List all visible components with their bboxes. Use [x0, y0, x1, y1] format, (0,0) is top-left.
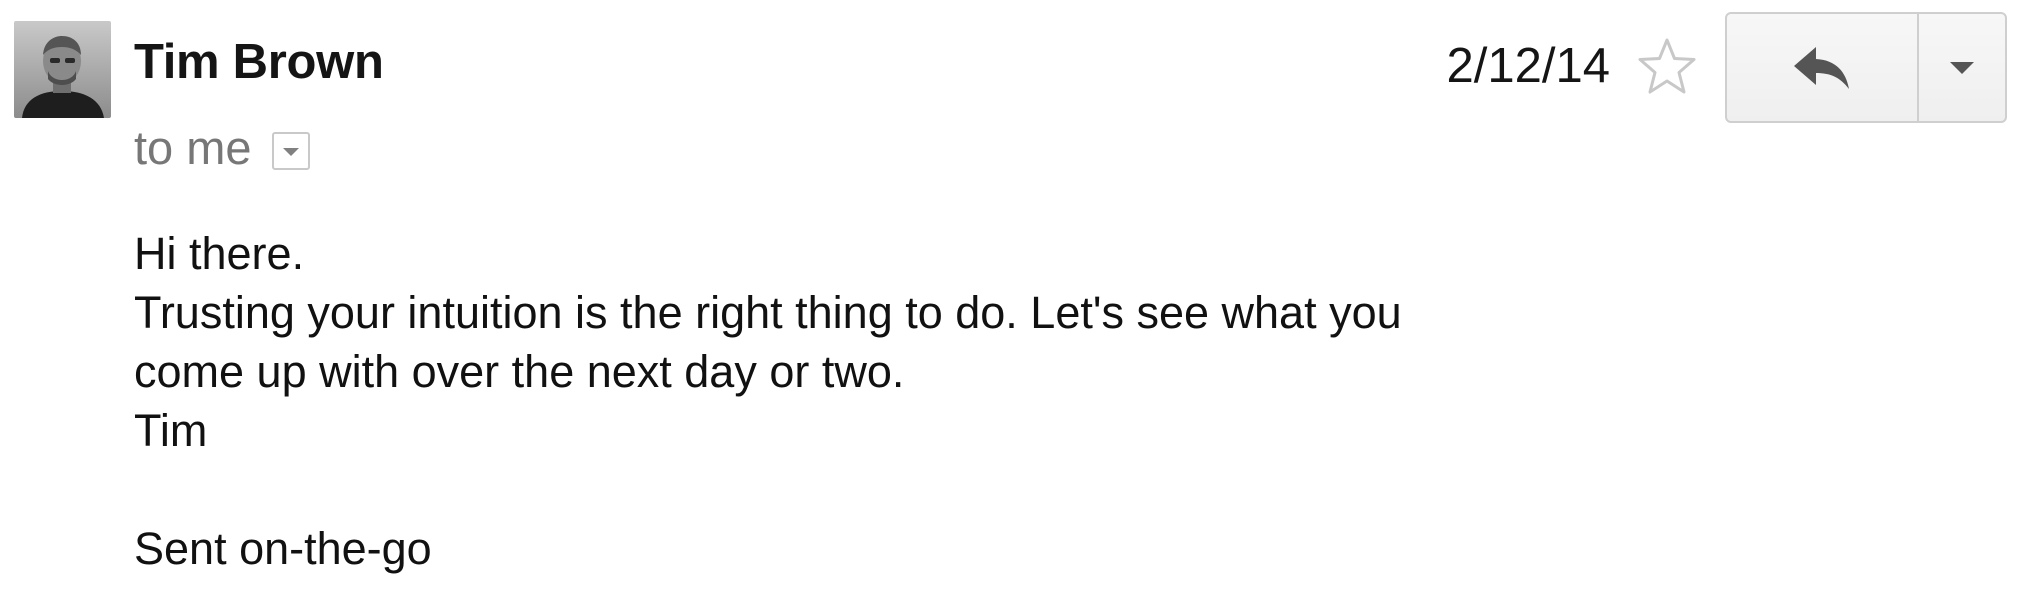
chevron-down-icon — [282, 148, 299, 156]
reply-icon — [1794, 46, 1849, 89]
star-icon — [1638, 38, 1696, 94]
dropdown-arrow-icon — [1950, 61, 1974, 74]
recipient-line: to me — [134, 121, 252, 174]
body-line: Trusting your intuition is the right thi… — [134, 287, 1402, 338]
sender-avatar[interactable] — [14, 21, 111, 118]
body-line: Hi there. — [134, 228, 305, 279]
recipient-row: to me — [134, 118, 310, 178]
sender-name[interactable]: Tim Brown — [134, 32, 384, 92]
body-line: Tim — [134, 405, 208, 456]
body-line: come up with over the next day or two. — [134, 346, 905, 397]
email-message: Tim Brown to me 2/12/14 Hi there. Trusti… — [0, 0, 2022, 603]
message-date: 2/12/14 — [1446, 39, 1611, 93]
reply-button[interactable] — [1727, 14, 1919, 121]
signature: Sent on-the-go — [134, 523, 432, 574]
star-button[interactable] — [1636, 36, 1698, 98]
message-body: Hi there. Trusting your intuition is the… — [134, 224, 1402, 578]
reply-button-group — [1725, 12, 2007, 123]
show-details-button[interactable] — [271, 132, 310, 170]
more-options-button[interactable] — [1919, 14, 2005, 121]
